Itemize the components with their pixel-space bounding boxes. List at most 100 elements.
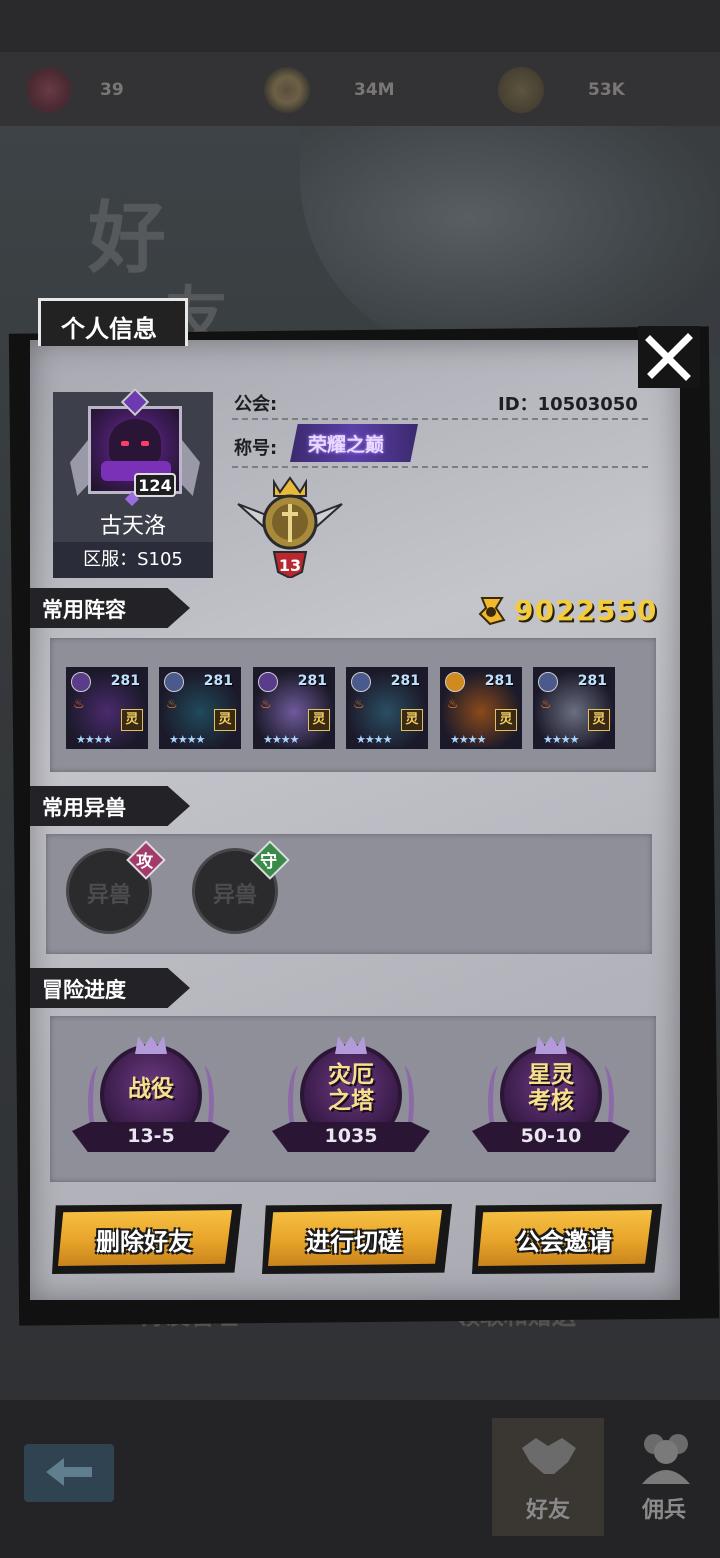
avatar-eye: [141, 441, 149, 446]
panel-tab: 个人信息: [38, 298, 188, 346]
delete-friend-label: 删除好友: [96, 1228, 192, 1256]
element-icon: [538, 672, 558, 692]
flame-icon: ♨: [447, 697, 459, 712]
delete-friend-button[interactable]: 删除好友: [52, 1204, 242, 1274]
top-strip: [0, 0, 720, 52]
player-server: 区服：S105: [53, 542, 213, 578]
gold-coin-icon: [478, 597, 506, 626]
crown-icon: [535, 1036, 567, 1054]
divider: [232, 466, 648, 468]
hero-class-tag: 灵: [214, 709, 236, 731]
adventure-campaign[interactable]: 战役 13-5: [72, 1036, 230, 1160]
attack-tag-text: 攻: [136, 851, 154, 872]
hero-card[interactable]: ♨ 281 灵 ★★★★: [253, 667, 335, 749]
hero-class-tag: 灵: [588, 709, 610, 731]
ribbon: 13-5: [72, 1122, 230, 1152]
hero-card[interactable]: ♨ 281 灵 ★★★★: [346, 667, 428, 749]
background-title: 好: [88, 194, 173, 284]
hero-level: 281: [390, 673, 420, 689]
element-icon: [71, 672, 91, 692]
adventure-star-trial[interactable]: 星灵 考核 50-10: [472, 1036, 630, 1160]
resource-heart: 39: [26, 66, 124, 114]
nav-tab-friends-label: 好友: [525, 1498, 570, 1523]
hero-class-tag: 灵: [401, 709, 423, 731]
flame-icon: ♨: [353, 697, 365, 712]
hero-card[interactable]: ♨ 281 灵 ★★★★: [440, 667, 522, 749]
hero-stars: ★★★★: [356, 733, 392, 746]
guild-invite-button[interactable]: 公会邀请: [472, 1204, 662, 1274]
adventure-tower[interactable]: 灾厄 之塔 1035: [272, 1036, 430, 1160]
duel-label: 进行切磋: [306, 1228, 402, 1256]
section-beasts-header: 常用异兽: [30, 786, 190, 826]
adventure-value: 1035: [324, 1125, 378, 1147]
nav-tab-friends[interactable]: 好友: [492, 1418, 604, 1536]
adventure-name: 灾厄 之塔: [328, 1062, 374, 1114]
hero-card[interactable]: ♨ 281 灵 ★★★★: [159, 667, 241, 749]
flame-icon: ♨: [260, 697, 272, 712]
people-icon: [642, 1434, 690, 1484]
back-button[interactable]: [24, 1444, 114, 1502]
guild-invite-label: 公会邀请: [516, 1228, 612, 1256]
nav-tab-mercenary[interactable]: 佣兵: [608, 1418, 720, 1536]
element-icon: [164, 672, 184, 692]
hero-level: 281: [203, 673, 233, 689]
duel-button[interactable]: 进行切磋: [262, 1204, 452, 1274]
hero-level: 281: [110, 673, 140, 689]
avatar-hood: [109, 419, 161, 467]
hero-card[interactable]: ♨ 281 灵 ★★★★: [533, 667, 615, 749]
flame-icon: ♨: [73, 697, 85, 712]
section-progress-title: 冒险进度: [42, 978, 126, 1002]
hero-class-tag: 灵: [121, 709, 143, 731]
hero-card[interactable]: ♨ 281 灵 ★★★★: [66, 667, 148, 749]
gold-pile-icon: [498, 67, 544, 113]
resource-gold-value: 53K: [588, 80, 625, 100]
adventure-value: 50-10: [520, 1125, 582, 1147]
section-lineup-header: 常用阵容: [30, 588, 190, 628]
honor-title-text: 荣耀之巅: [308, 434, 385, 456]
hero-stars: ★★★★: [543, 733, 579, 746]
gold-amount: 9022550: [476, 590, 657, 630]
divider: [232, 418, 648, 420]
resource-heart-value: 39: [100, 80, 124, 100]
hero-level: 281: [577, 673, 607, 689]
hero-stars: ★★★★: [263, 733, 299, 746]
element-icon: [445, 672, 465, 692]
beast-slot-label: 异兽: [86, 883, 131, 908]
close-button[interactable]: [638, 326, 700, 388]
close-icon: [645, 333, 693, 381]
avatar-eye: [121, 441, 129, 446]
rank-emblem-icon: 13: [237, 476, 343, 578]
hero-class-tag: 灵: [495, 709, 517, 731]
hero-stars: ★★★★: [450, 733, 486, 746]
adventure-value: 13-5: [127, 1125, 175, 1147]
hero-stars: ★★★★: [169, 733, 205, 746]
panel-title: 个人信息: [61, 315, 157, 343]
resource-coin: 34M: [264, 66, 395, 114]
resource-gold: 53K: [498, 66, 625, 114]
hero-level: 281: [297, 673, 327, 689]
gold-value: 9022550: [514, 593, 658, 627]
element-icon: [351, 672, 371, 692]
section-beasts-title: 常用异兽: [42, 796, 126, 820]
player-name: 古天洛: [99, 514, 166, 539]
guild-label: 公会:: [234, 394, 278, 415]
hero-stars: ★★★★: [76, 733, 112, 746]
handshake-icon: [522, 1438, 576, 1474]
flame-icon: ♨: [540, 697, 552, 712]
hero-level: 281: [484, 673, 514, 689]
element-icon: [258, 672, 278, 692]
heart-icon: [26, 67, 72, 113]
coin-ring-icon: [264, 67, 310, 113]
rank-number: 13: [279, 556, 301, 575]
adventure-name: 战役: [128, 1076, 174, 1102]
nav-tab-mercenary-label: 佣兵: [641, 1498, 686, 1523]
beast-slot-label: 异兽: [212, 883, 257, 908]
honor-title-badge: 荣耀之巅: [290, 424, 418, 462]
player-level-badge: 124: [134, 473, 176, 497]
flame-icon: ♨: [166, 697, 178, 712]
title-label: 称号:: [234, 438, 278, 459]
hero-class-tag: 灵: [308, 709, 330, 731]
ribbon: 50-10: [472, 1122, 630, 1152]
crown-icon: [335, 1036, 367, 1054]
back-arrow-icon: [46, 1458, 92, 1486]
